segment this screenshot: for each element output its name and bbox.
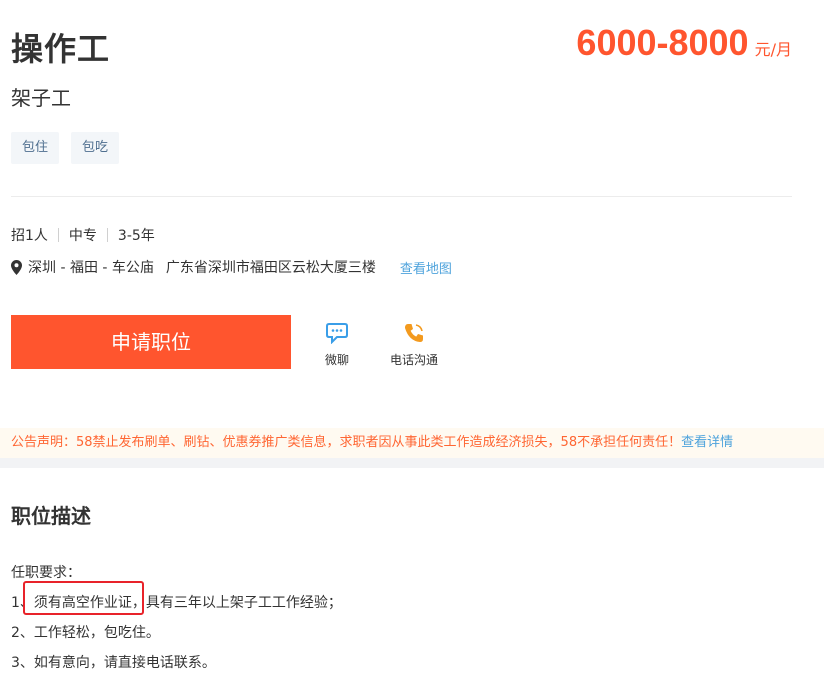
salary: 6000-8000 元/月 xyxy=(576,22,792,64)
phone-button[interactable]: 电话沟通 xyxy=(388,322,440,368)
description-body: 任职要求： 1、须有高空作业证，具有三年以上架子工工作经验； 2、工作轻松，包吃… xyxy=(11,558,342,678)
tag-housing: 包住 xyxy=(11,132,60,164)
requirement-headcount: 招1人 xyxy=(11,228,48,244)
chat-label: 微聊 xyxy=(324,353,349,367)
welfare-tags: 包住 包吃 xyxy=(11,132,120,164)
tag-meals: 包吃 xyxy=(71,132,120,164)
salary-value: 6000-8000 xyxy=(576,22,749,63)
separator xyxy=(106,228,108,242)
description-line: 3、如有意向，请直接电话联系。 xyxy=(11,655,216,671)
highlight-annotation-box xyxy=(23,581,144,615)
phone-icon xyxy=(405,324,423,342)
section-gap xyxy=(0,458,824,468)
job-location: 深圳 - 福田 - 车公庙 广东省深圳市福田区云松大厦三楼 查看地图 xyxy=(11,258,452,277)
location-area: 深圳 - 福田 - 车公庙 xyxy=(28,260,154,276)
apply-job-button[interactable]: 申请职位 xyxy=(11,315,291,369)
chat-button[interactable]: 微聊 xyxy=(322,322,352,368)
requirement-experience: 3-5年 xyxy=(117,228,155,244)
separator xyxy=(57,228,59,242)
requirement-education: 中专 xyxy=(68,228,97,244)
chat-bubble-icon xyxy=(326,323,348,345)
location-address: 广东省深圳市福田区云松大厦三楼 xyxy=(165,260,376,276)
notice-text: 公告声明：58禁止发布刷单、刷钻、优惠券推广类信息，求职者因从事此类工作造成经济… xyxy=(11,435,682,450)
salary-unit: 元/月 xyxy=(754,40,792,59)
notice-details-link[interactable]: 查看详情 xyxy=(681,435,733,450)
divider xyxy=(11,196,792,197)
job-title: 操作工 xyxy=(11,30,111,68)
job-subtitle: 架子工 xyxy=(11,86,71,110)
description-heading: 职位描述 xyxy=(11,504,91,528)
view-map-link[interactable]: 查看地图 xyxy=(400,258,452,277)
description-line: 2、工作轻松，包吃住。 xyxy=(11,625,160,641)
notice-bar: 公告声明：58禁止发布刷单、刷钻、优惠券推广类信息，求职者因从事此类工作造成经济… xyxy=(0,428,824,458)
phone-label: 电话沟通 xyxy=(389,353,438,367)
job-requirements: 招1人 中专 3-5年 xyxy=(11,226,155,244)
map-pin-icon xyxy=(11,259,22,275)
